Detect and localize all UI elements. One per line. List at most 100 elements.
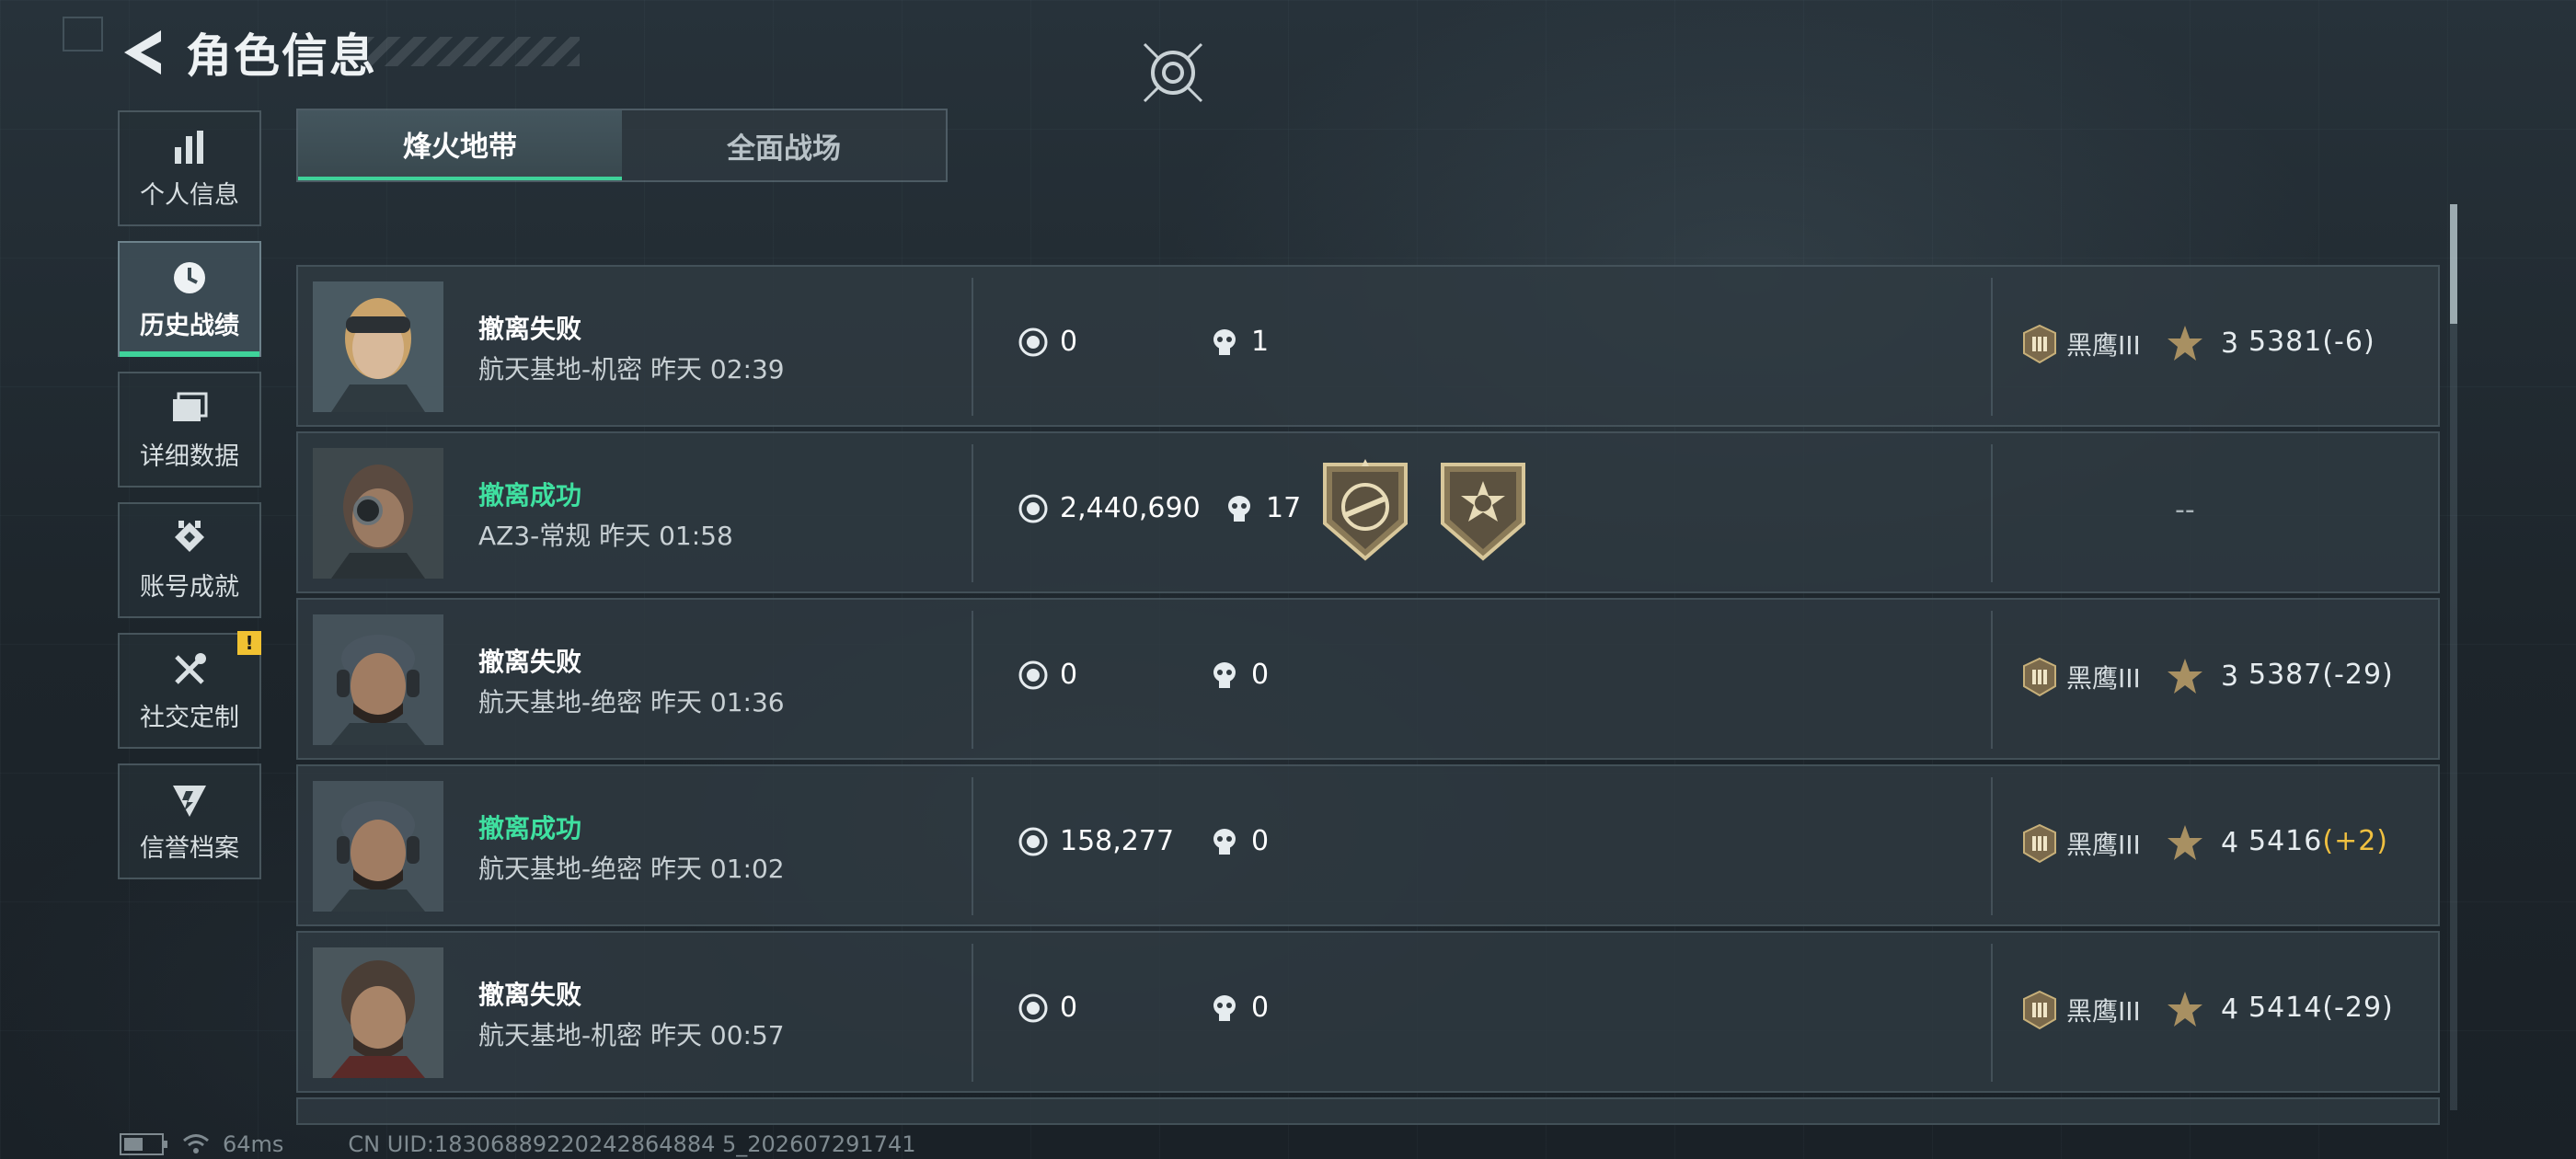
row-divider [1991, 444, 1993, 582]
wifi-icon [183, 1134, 209, 1153]
kill-value: 0 [1251, 825, 1270, 857]
kill-stat: 0 [1209, 992, 1269, 1024]
rank-emblem-icon [2023, 823, 2056, 864]
sidebar-item-label: 个人信息 [140, 180, 239, 210]
sidebar-item-personal-info[interactable]: 个人信息 [118, 110, 261, 226]
coin-icon [1018, 327, 1048, 356]
sidebar-item-account-achievements[interactable]: 账号成就 [118, 502, 261, 618]
mode-tabs: 烽火地带 全面战场 [296, 109, 948, 182]
kill-stat: 0 [1209, 825, 1269, 857]
match-meta: 航天基地-机密 昨天 02:39 [478, 350, 785, 386]
score-value: 5381(-6) [2248, 326, 2375, 358]
rank-emblem-icon [2023, 990, 2056, 1030]
credit-shield-icon [173, 785, 206, 817]
title-decoration [368, 37, 580, 66]
star-count: 4 [2166, 823, 2238, 862]
tools-icon [175, 652, 206, 684]
folder-icon [173, 392, 208, 421]
back-arrow-icon[interactable] [118, 25, 167, 80]
score-value: 5387(-29) [2248, 659, 2394, 691]
match-row[interactable]: 撤离失败 航天基地-机密 昨天 00:57 0 0 黑鹰III 4 5414(-… [296, 931, 2440, 1093]
rank-badge: 黑鹰III [2020, 657, 2141, 697]
skull-burst-medal-icon[interactable] [1437, 459, 1529, 562]
kill-value: 1 [1251, 326, 1270, 358]
star-value: 3 [2221, 327, 2239, 360]
row-divider [972, 777, 973, 915]
rank-name: 黑鹰III [2066, 830, 2141, 860]
history-clock-icon [174, 261, 205, 293]
row-divider [1991, 278, 1993, 416]
target-reticle-icon[interactable] [1141, 40, 1205, 105]
row-divider [1991, 611, 1993, 749]
rank-name: 黑鹰III [2066, 996, 2141, 1027]
rank-badge: 黑鹰III [2020, 990, 2141, 1030]
coin-icon [1018, 993, 1048, 1022]
coin-icon [1018, 660, 1048, 689]
match-meta: 航天基地-绝密 昨天 01:36 [478, 683, 785, 719]
page-header: 角色信息 [118, 20, 377, 85]
page-title: 角色信息 [186, 29, 377, 83]
notice-badge: ! [237, 631, 261, 655]
sidebar-item-credit-profile[interactable]: 信誉档案 [118, 763, 261, 879]
rank-score: 5416(+2) [2248, 825, 2388, 857]
kill-value: 0 [1251, 659, 1270, 691]
coin-value: 0 [1060, 992, 1078, 1024]
rank-name: 黑鹰III [2066, 663, 2141, 694]
match-time: 昨天 01:02 [650, 854, 785, 884]
star-icon [2168, 659, 2202, 694]
sidebar-item-detailed-data[interactable]: 详细数据 [118, 372, 261, 488]
match-row[interactable]: 撤离失败 航天基地-绝密 昨天 01:36 0 0 黑鹰III 3 5387(-… [296, 598, 2440, 760]
coin-value: 2,440,690 [1060, 492, 1201, 524]
rank-score: 5381(-6) [2248, 326, 2375, 358]
tab-hazard-zone[interactable]: 烽火地带 [298, 110, 622, 180]
match-row[interactable]: 撤离失败 航天基地-机密 昨天 02:39 0 1 黑鹰III 3 5381(-… [296, 265, 2440, 427]
sidebar-item-label: 社交定制 [140, 703, 239, 732]
map-name: 航天基地-机密 [478, 354, 643, 384]
operator-portrait [313, 448, 443, 579]
coin-stat: 158,277 [1018, 825, 1174, 857]
kill-stat: 17 [1224, 492, 1301, 524]
sidebar-item-social-customize[interactable]: 社交定制 ! [118, 631, 261, 749]
sidebar-item-label: 信誉档案 [140, 833, 239, 863]
match-row[interactable]: 撤离成功 航天基地-绝密 昨天 01:02 158,277 0 黑鹰III 4 … [296, 764, 2440, 926]
match-time: 昨天 01:58 [599, 521, 733, 551]
tab-full-battlefield[interactable]: 全面战场 [622, 110, 946, 180]
row-divider [1991, 777, 1993, 915]
ping-value: 64ms [223, 1131, 284, 1157]
sidebar-item-match-history[interactable]: 历史战绩 [118, 241, 261, 357]
coin-value: 158,277 [1060, 825, 1175, 857]
kill-stat: 1 [1209, 326, 1269, 358]
star-count: 3 [2166, 657, 2238, 695]
battery-icon [120, 1133, 167, 1155]
row-divider [972, 611, 973, 749]
scrollbar[interactable] [2450, 204, 2457, 1110]
star-value: 4 [2221, 826, 2239, 859]
match-meta: AZ3-常规 昨天 01:58 [478, 516, 733, 553]
score-delta: (+2) [2322, 825, 2388, 857]
rank-emblem-icon [2023, 657, 2056, 697]
sidebar: 个人信息 历史战绩 详细数据 账号成就 社交定制 ! 信誉档案 [118, 110, 265, 894]
match-row[interactable]: 撤离成功 AZ3-常规 昨天 01:58 2,440,690 17 -- [296, 431, 2440, 593]
coin-icon [1018, 827, 1048, 855]
operator-portrait [313, 781, 443, 912]
scrollbar-thumb[interactable] [2450, 204, 2457, 324]
skull-icon [1228, 495, 1250, 522]
coin-value: 0 [1060, 326, 1078, 358]
map-name: 航天基地-机密 [478, 1020, 643, 1050]
star-count: 3 [2166, 324, 2238, 362]
match-result: 撤离失败 [478, 980, 582, 1010]
match-result: 撤离失败 [478, 314, 582, 344]
match-history-list: 撤离失败 航天基地-机密 昨天 02:39 0 1 黑鹰III 3 5381(-… [296, 265, 2440, 1130]
coin-stat: 2,440,690 [1018, 492, 1201, 524]
match-row[interactable] [296, 1097, 2440, 1125]
uid-text: CN UID:18306889220242864884 5_2026072917… [348, 1131, 916, 1157]
row-divider [972, 944, 973, 1082]
coin-stat: 0 [1018, 992, 1077, 1024]
rifle-medal-icon[interactable] [1319, 459, 1411, 562]
rank-name: 黑鹰III [2066, 330, 2141, 361]
kill-value: 17 [1266, 492, 1302, 524]
star-value: 3 [2221, 660, 2239, 693]
rank-emblem-icon [2023, 324, 2056, 364]
rank-placeholder: -- [2175, 494, 2195, 526]
kill-value: 0 [1251, 992, 1270, 1024]
